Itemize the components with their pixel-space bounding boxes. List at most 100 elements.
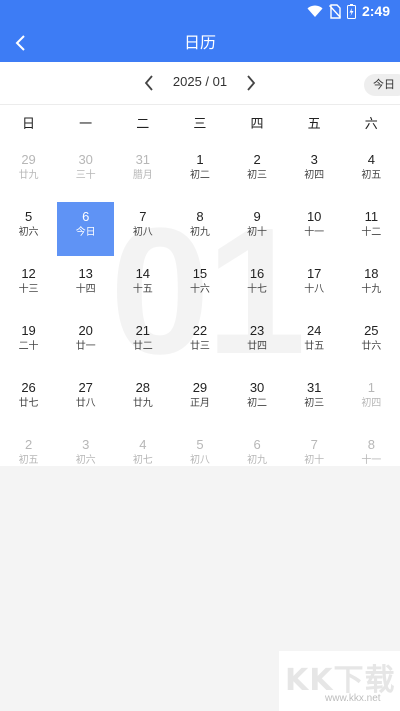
lunar-date: 今日	[75, 227, 96, 238]
lunar-date: 廿九	[18, 170, 39, 181]
lunar-date: 十六	[189, 284, 210, 295]
day-number: 5	[196, 437, 204, 452]
today-button[interactable]: 今日	[364, 74, 400, 96]
lunar-date: 初八	[132, 227, 153, 238]
previous-month-button[interactable]	[138, 72, 160, 94]
day-cell[interactable]: 17 十八	[286, 259, 343, 313]
day-cell[interactable]: 14 十五	[114, 259, 171, 313]
day-cell[interactable]: 22 廿三	[171, 316, 228, 370]
day-cell[interactable]: 28 廿九	[114, 373, 171, 427]
lunar-date: 十一	[304, 227, 325, 238]
lunar-date: 初九	[189, 227, 210, 238]
day-cell[interactable]: 1 初二	[171, 145, 228, 199]
day-cell[interactable]: 5 初八	[171, 430, 228, 466]
day-cell[interactable]: 4 初七	[114, 430, 171, 466]
lunar-date: 廿七	[18, 398, 39, 409]
day-number: 28	[135, 380, 151, 395]
day-cell[interactable]: 30 三十	[57, 145, 114, 199]
day-cell[interactable]: 31 腊月	[114, 145, 171, 199]
next-month-button[interactable]	[240, 72, 262, 94]
day-cell[interactable]: 1 初四	[343, 373, 400, 427]
lunar-date: 十五	[132, 284, 153, 295]
lunar-date: 初三	[247, 170, 268, 181]
day-cell[interactable]: 8 初九	[171, 202, 228, 256]
lunar-date: 廿三	[189, 341, 210, 352]
day-number: 27	[78, 380, 93, 395]
weekday-label: 日	[22, 117, 36, 132]
day-cell[interactable]: 26 廿七	[0, 373, 57, 427]
lunar-date: 初四	[361, 398, 382, 409]
day-cell[interactable]: 7 初八	[114, 202, 171, 256]
day-number: 8	[367, 437, 375, 452]
lunar-date: 初五	[361, 170, 382, 181]
day-cell-selected[interactable]: 6 今日	[57, 202, 115, 256]
day-cell[interactable]: 16 十七	[229, 259, 286, 313]
day-number: 18	[364, 266, 379, 281]
day-cell[interactable]: 21 廿二	[114, 316, 171, 370]
day-number: 16	[249, 266, 265, 281]
day-cell[interactable]: 20 廿一	[57, 316, 114, 370]
weekday-label: 五	[307, 117, 321, 132]
day-cell[interactable]: 15 十六	[171, 259, 228, 313]
status-icons: 2:49	[307, 3, 390, 19]
weekday-label: 二	[136, 117, 150, 132]
day-number: 21	[135, 323, 151, 338]
day-cell[interactable]: 24 廿五	[286, 316, 343, 370]
lunar-date: 初四	[304, 170, 325, 181]
day-cell[interactable]: 4 初五	[343, 145, 400, 199]
day-cell[interactable]: 25 廿六	[343, 316, 400, 370]
day-cell[interactable]: 29 廿九	[0, 145, 57, 199]
day-number: 22	[192, 323, 208, 338]
day-cell[interactable]: 8 十一	[343, 430, 400, 466]
day-number: 14	[135, 266, 151, 281]
day-number: 23	[249, 323, 265, 338]
lunar-date: 二十	[18, 341, 39, 352]
weekday-label: 三	[193, 117, 207, 132]
day-cell[interactable]: 2 初三	[229, 145, 286, 199]
day-number: 20	[78, 323, 93, 338]
day-number: 6	[82, 209, 90, 224]
battery-icon	[346, 3, 356, 19]
day-cell[interactable]: 10 十一	[286, 202, 343, 256]
lunar-date: 十七	[247, 284, 268, 295]
lunar-date: 廿六	[361, 341, 382, 352]
day-cell[interactable]: 7 初十	[286, 430, 343, 466]
lunar-date: 初二	[189, 170, 210, 181]
day-cell[interactable]: 13 十四	[57, 259, 114, 313]
day-cell[interactable]: 23 廿四	[229, 316, 286, 370]
day-cell[interactable]: 6 初九	[229, 430, 286, 466]
lunar-date: 初九	[247, 455, 268, 466]
day-cell[interactable]: 9 初十	[229, 202, 286, 256]
day-cell[interactable]: 11 十二	[343, 202, 400, 256]
lunar-date: 廿九	[132, 398, 153, 409]
month-label: 2025 / 01	[172, 74, 228, 89]
day-cell[interactable]: 27 廿八	[57, 373, 114, 427]
status-time: 2:49	[361, 3, 390, 19]
day-number: 12	[21, 266, 36, 281]
lunar-date: 廿八	[75, 398, 96, 409]
day-cell[interactable]: 2 初五	[0, 430, 57, 466]
day-cell[interactable]: 3 初四	[286, 145, 343, 199]
lunar-date: 十四	[75, 284, 96, 295]
week-row: 19 二十 20 廿一 21 廿二 22 廿三 23 廿四 24 廿五 25 廿六	[0, 316, 400, 370]
lunar-date: 正月	[189, 398, 210, 409]
day-cell[interactable]: 29 正月	[171, 373, 228, 427]
day-cell[interactable]: 31 初三	[286, 373, 343, 427]
day-number: 3	[310, 152, 318, 167]
day-cell[interactable]: 5 初六	[0, 202, 57, 256]
day-cell[interactable]: 30 初二	[229, 373, 286, 427]
day-number: 29	[21, 152, 36, 167]
month-navigator: 2025 / 01 今日	[0, 62, 400, 104]
day-cell[interactable]: 19 二十	[0, 316, 57, 370]
lunar-date: 廿四	[247, 341, 268, 352]
site-watermark: KK下载 www.kkx.net	[279, 651, 400, 711]
lunar-date: 十一	[361, 455, 382, 466]
day-number: 6	[253, 437, 261, 452]
wifi-icon	[307, 5, 323, 17]
week-row: 2 初五 3 初六 4 初七 5 初八 6 初九 7 初十 8 十一	[0, 430, 400, 466]
day-cell[interactable]: 18 十九	[343, 259, 400, 313]
day-cell[interactable]: 3 初六	[57, 430, 114, 466]
day-cell[interactable]: 12 十三	[0, 259, 57, 313]
chevron-left-icon	[144, 75, 153, 91]
week-row: 12 十三 13 十四 14 十五 15 十六 16 十七 17 十八 18 十九	[0, 259, 400, 313]
